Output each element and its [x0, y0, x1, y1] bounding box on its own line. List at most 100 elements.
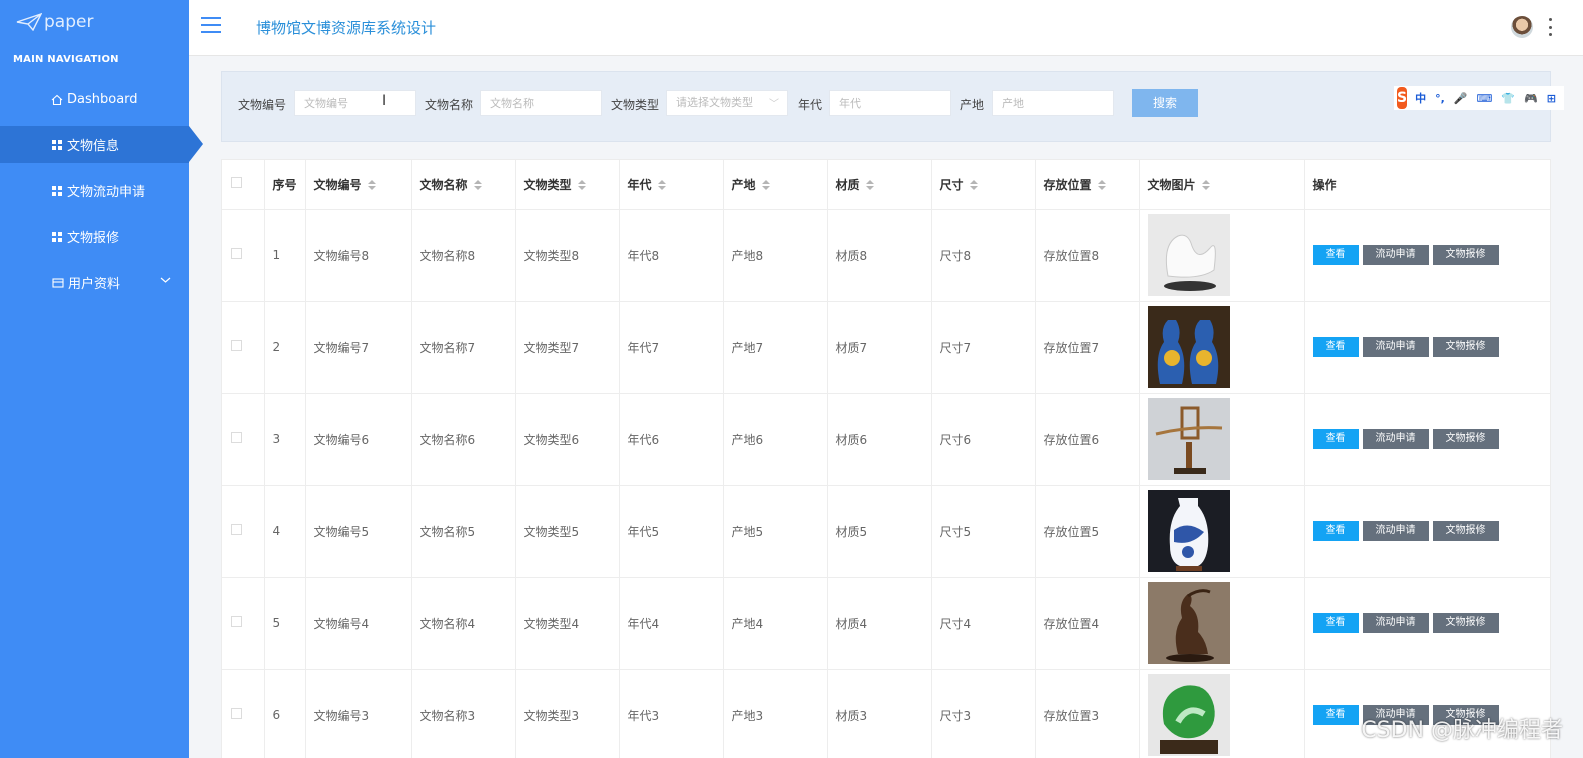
sort-icon[interactable]	[577, 180, 586, 191]
sort-icon[interactable]	[367, 180, 376, 191]
row-checkbox[interactable]	[231, 248, 242, 259]
menu-toggle-icon[interactable]	[201, 17, 221, 33]
sort-icon[interactable]	[969, 180, 978, 191]
search-input-era[interactable]	[829, 90, 951, 116]
artifact-thumbnail[interactable]	[1147, 306, 1230, 388]
ime-keyboard-icon[interactable]: ⌨	[1476, 92, 1492, 105]
search-input-origin[interactable]	[992, 90, 1114, 116]
row-checkbox[interactable]	[231, 708, 242, 719]
sidebar-item-user-profile[interactable]: 用户资料	[0, 264, 189, 301]
column-header-name[interactable]: 文物名称	[411, 160, 516, 210]
view-button[interactable]: 查看	[1312, 705, 1359, 725]
cell-name: 文物名称3	[411, 669, 516, 758]
column-header-actions: 操作	[1304, 160, 1550, 210]
cell-actions: 查看 流动申请 文物报修	[1304, 209, 1550, 302]
flow-application-button[interactable]: 流动申请	[1362, 245, 1429, 265]
cell-era: 年代6	[619, 393, 724, 486]
ime-game-icon[interactable]: 🎮	[1524, 92, 1538, 105]
search-button[interactable]: 搜索	[1132, 89, 1198, 117]
ime-punctuation-icon[interactable]: °,	[1435, 92, 1445, 105]
row-checkbox[interactable]	[231, 340, 242, 351]
view-button[interactable]: 查看	[1312, 429, 1359, 449]
column-header-index: 序号	[264, 160, 306, 210]
column-header-location[interactable]: 存放位置	[1035, 160, 1140, 210]
artifact-thumbnail[interactable]	[1147, 398, 1230, 480]
search-input-name[interactable]	[480, 90, 602, 116]
view-button[interactable]: 查看	[1312, 337, 1359, 357]
cell-name: 文物名称5	[411, 485, 516, 578]
column-header-material[interactable]: 材质	[827, 160, 932, 210]
logo[interactable]: paper	[0, 0, 189, 44]
cell-image	[1139, 393, 1305, 486]
ime-toolbar[interactable]: S 中 °, 🎤 ⌨ 👕 🎮 ⊞	[1394, 86, 1564, 110]
cell-index: 5	[264, 577, 306, 670]
column-header-era[interactable]: 年代	[619, 160, 724, 210]
cell-image	[1139, 669, 1305, 758]
ime-microphone-icon[interactable]: 🎤	[1454, 92, 1468, 105]
column-header-size[interactable]: 尺寸	[931, 160, 1036, 210]
cell-origin: 产地5	[723, 485, 828, 578]
sidebar-item-label: 文物信息	[67, 139, 120, 154]
sidebar-item-dashboard[interactable]: Dashboard	[0, 81, 189, 118]
column-header-type[interactable]: 文物类型	[515, 160, 620, 210]
sidebar-item-flow-application[interactable]: 文物流动申请	[0, 172, 189, 209]
sogou-logo-icon: S	[1397, 87, 1408, 109]
repair-button[interactable]: 文物报修	[1432, 613, 1499, 633]
artifact-thumbnail[interactable]	[1147, 674, 1230, 756]
ime-grid-icon[interactable]: ⊞	[1547, 92, 1556, 105]
sidebar: paper MAIN NAVIGATION Dashboard 文物信息 文物流…	[0, 0, 203, 758]
cell-actions: 查看 流动申请 文物报修	[1304, 577, 1550, 670]
flow-application-button[interactable]: 流动申请	[1362, 429, 1429, 449]
repair-button[interactable]: 文物报修	[1432, 245, 1499, 265]
sidebar-item-artifact-info[interactable]: 文物信息	[0, 126, 203, 163]
cell-index: 1	[264, 209, 306, 302]
artifact-thumbnail[interactable]	[1147, 582, 1230, 664]
select-all-checkbox[interactable]	[231, 177, 242, 189]
avatar[interactable]	[1511, 16, 1533, 38]
ime-chinese-toggle[interactable]: 中	[1415, 90, 1426, 106]
sort-icon[interactable]	[1097, 180, 1106, 191]
search-select-type[interactable]: 请选择文物类型 ﹀	[666, 90, 788, 116]
sort-icon[interactable]	[865, 180, 874, 191]
cell-name: 文物名称4	[411, 577, 516, 670]
flow-application-button[interactable]: 流动申请	[1362, 521, 1429, 541]
cell-size: 尺寸3	[931, 669, 1036, 758]
artifact-thumbnail[interactable]	[1147, 490, 1230, 572]
search-input-code[interactable]	[294, 90, 416, 116]
cell-material: 材质4	[827, 577, 932, 670]
sidebar-item-label: 用户资料	[68, 277, 121, 292]
column-header-origin[interactable]: 产地	[723, 160, 828, 210]
table-row: 4 文物编号5 文物名称5 文物类型5 年代5 产地5 材质5 尺寸5 存放位置5 查看 流动申请文…	[222, 485, 1550, 578]
more-options-icon[interactable]	[1549, 18, 1553, 36]
row-checkbox[interactable]	[231, 432, 242, 443]
view-button[interactable]: 查看	[1312, 613, 1359, 633]
cell-size: 尺寸6	[931, 393, 1036, 486]
column-header-image[interactable]: 文物图片	[1139, 160, 1305, 210]
cell-index: 6	[264, 669, 306, 758]
flow-application-button[interactable]: 流动申请	[1362, 613, 1429, 633]
cell-code: 文物编号4	[305, 577, 412, 670]
search-label-era: 年代	[798, 98, 823, 112]
sort-icon[interactable]	[1201, 180, 1210, 191]
ime-skin-icon[interactable]: 👕	[1501, 92, 1515, 105]
flow-application-button[interactable]: 流动申请	[1362, 337, 1429, 357]
cell-index: 3	[264, 393, 306, 486]
chevron-down-icon	[160, 277, 171, 283]
cell-type: 文物类型7	[515, 301, 620, 394]
id-card-icon	[52, 277, 64, 288]
column-header-code[interactable]: 文物编号	[305, 160, 412, 210]
sort-icon[interactable]	[657, 180, 666, 191]
table-row: 6 文物编号3 文物名称3 文物类型3 年代3 产地3 材质3 尺寸3 存放位置3 查看 流动申请文…	[222, 669, 1550, 758]
view-button[interactable]: 查看	[1312, 245, 1359, 265]
cell-origin: 产地7	[723, 301, 828, 394]
sort-icon[interactable]	[761, 180, 770, 191]
repair-button[interactable]: 文物报修	[1432, 337, 1499, 357]
row-checkbox[interactable]	[231, 524, 242, 535]
sort-icon[interactable]	[473, 180, 482, 191]
row-checkbox[interactable]	[231, 616, 242, 627]
sidebar-item-repair[interactable]: 文物报修	[0, 218, 189, 255]
repair-button[interactable]: 文物报修	[1432, 521, 1499, 541]
view-button[interactable]: 查看	[1312, 521, 1359, 541]
artifact-thumbnail[interactable]	[1147, 214, 1230, 296]
repair-button[interactable]: 文物报修	[1432, 429, 1499, 449]
